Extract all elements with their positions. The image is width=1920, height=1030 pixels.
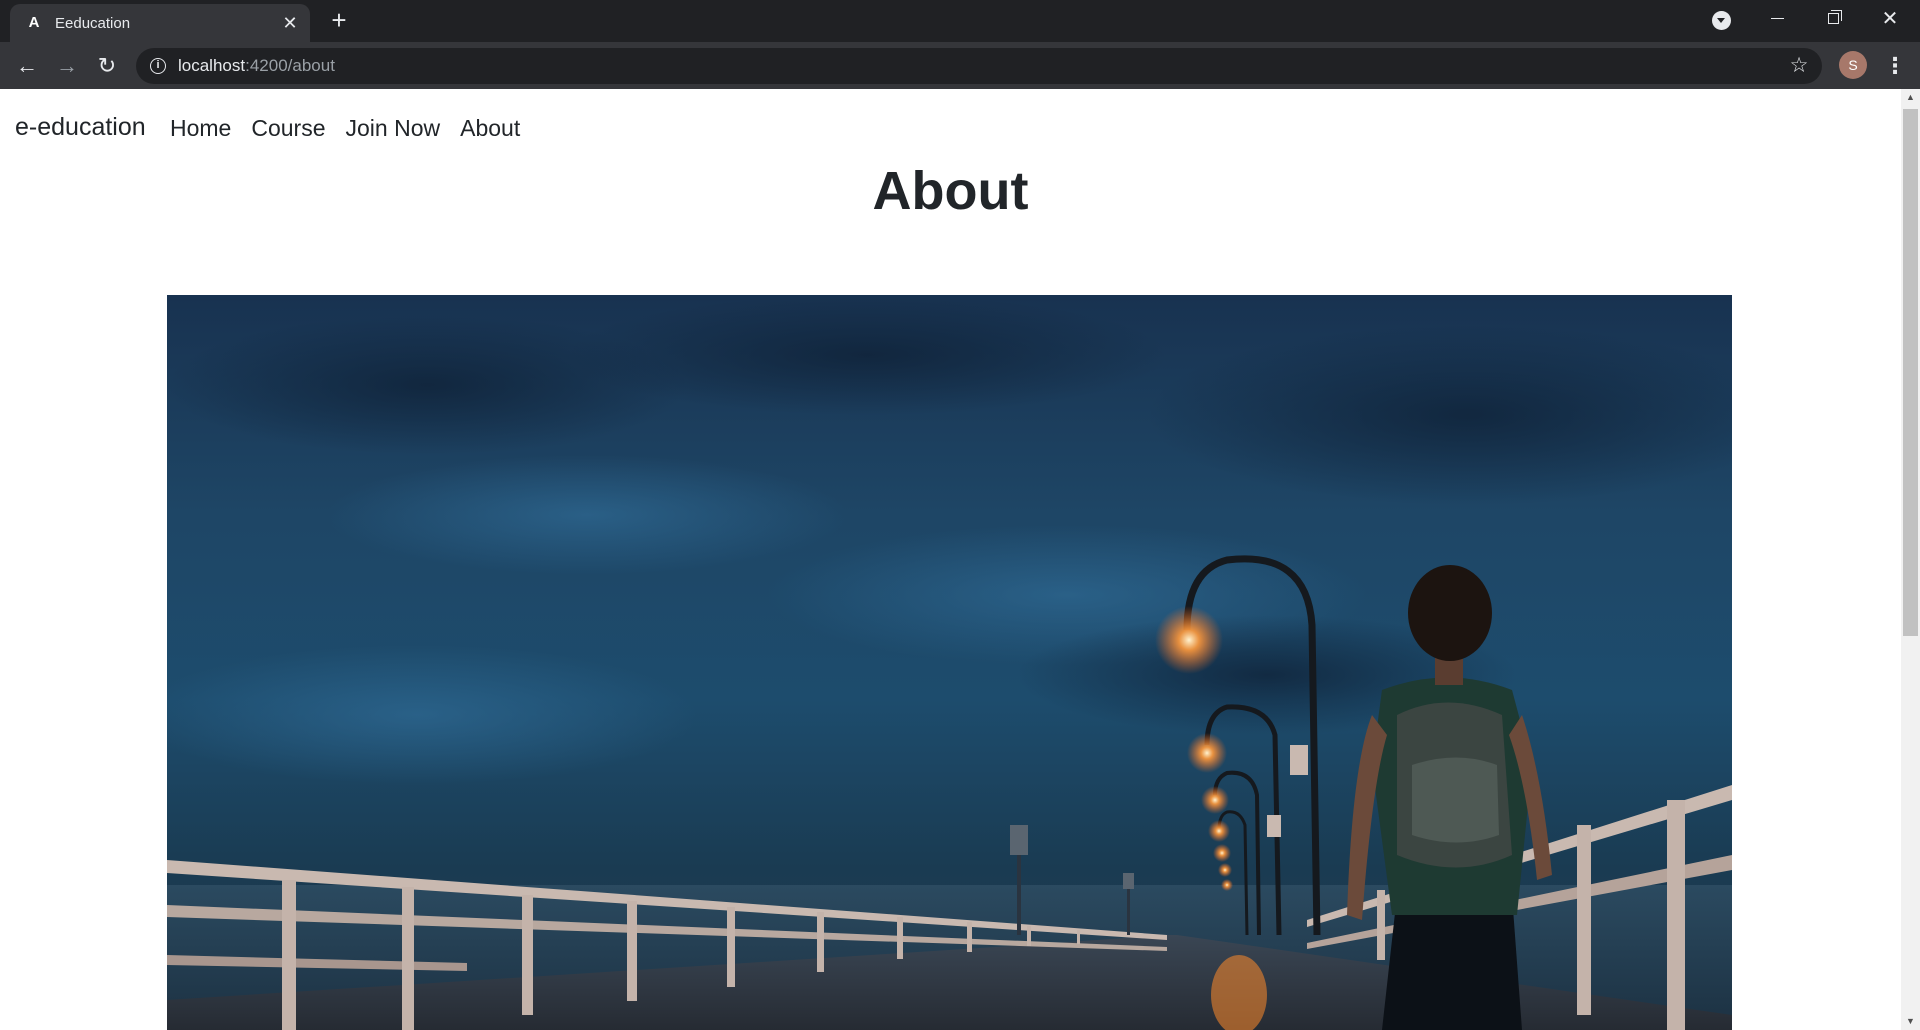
url-text[interactable]: localhost:4200/about (178, 56, 335, 76)
page-scrollbar[interactable]: ▲ ▼ (1901, 89, 1920, 1030)
arrow-right-icon[interactable]: → (51, 50, 83, 82)
scroll-thumb[interactable] (1903, 109, 1918, 636)
tab-title: Eeducation (55, 15, 131, 32)
browser-tab[interactable]: A Eeducation ✕ (10, 4, 310, 42)
address-bar[interactable]: i localhost:4200/about ☆ (136, 48, 1822, 84)
browser-toolbar: ← → ↻ i localhost:4200/about ☆ S ⋮ (0, 42, 1920, 89)
restore-icon-back (1831, 10, 1842, 21)
about-hero-image (167, 295, 1732, 1030)
minimize-icon (1771, 18, 1784, 19)
nav-link-about[interactable]: About (460, 113, 520, 143)
avatar[interactable]: S (1839, 51, 1867, 79)
window-close-button[interactable]: ✕ (1862, 0, 1918, 38)
pier-photo-illustration (167, 295, 1732, 1030)
page-viewport: e-education Home Course Join Now About A… (0, 89, 1901, 1030)
url-host: localhost (178, 56, 246, 75)
page-title: About (872, 161, 1029, 221)
site-navbar: e-education Home Course Join Now About (0, 89, 1901, 165)
nav-link-join-now[interactable]: Join Now (346, 113, 441, 143)
close-icon[interactable]: ✕ (280, 13, 300, 33)
tab-search-icon[interactable] (1712, 11, 1731, 30)
minimize-button[interactable] (1750, 0, 1806, 38)
scroll-up-arrow-icon[interactable]: ▲ (1901, 89, 1920, 106)
arrow-left-icon[interactable]: ← (11, 50, 43, 82)
plus-icon[interactable]: + (326, 7, 352, 34)
browser-chrome: A Eeducation ✕ + ✕ ← → ↻ i localhost:420… (0, 0, 1920, 89)
reload-icon[interactable]: ↻ (91, 50, 123, 82)
url-path: :4200/about (245, 56, 335, 75)
brand-link[interactable]: e-education (15, 111, 146, 143)
nav-link-course[interactable]: Course (251, 113, 325, 143)
nav-links: Home Course Join Now About (170, 113, 540, 143)
tab-strip: A Eeducation ✕ + ✕ (0, 0, 1920, 42)
restore-button[interactable] (1806, 0, 1862, 38)
star-icon[interactable]: ☆ (1786, 53, 1812, 79)
nav-link-home[interactable]: Home (170, 113, 231, 143)
info-icon[interactable]: i (150, 58, 166, 74)
angular-favicon-icon: A (28, 14, 40, 31)
scroll-down-arrow-icon[interactable]: ▼ (1901, 1013, 1920, 1030)
kebab-menu-icon[interactable]: ⋮ (1880, 50, 1910, 82)
